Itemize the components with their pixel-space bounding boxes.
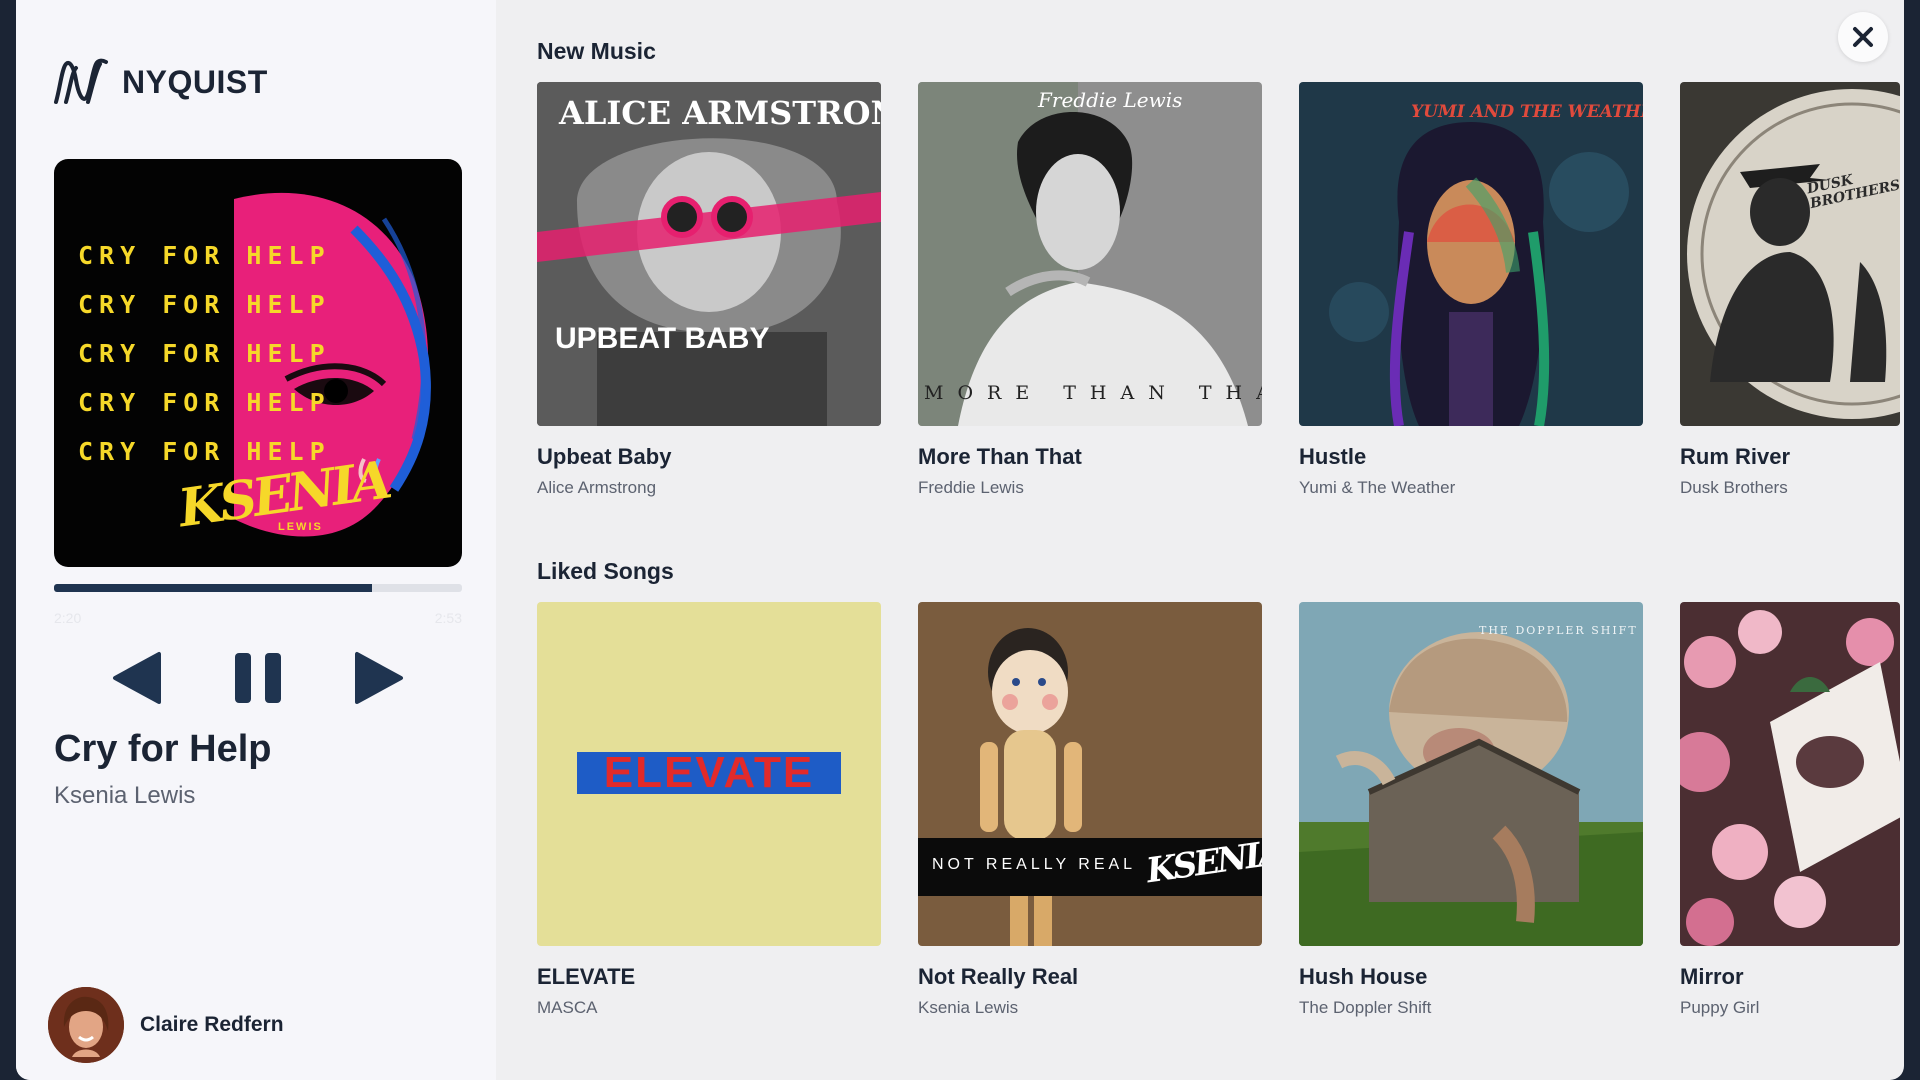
album-title: More Than That bbox=[918, 444, 1082, 469]
album-card[interactable]: YUMI AND THE WEATHER Hustle Yumi & The W… bbox=[1299, 82, 1643, 498]
track-title: Cry for Help bbox=[54, 728, 272, 770]
cover-title: NOT REALLY REAL bbox=[932, 856, 1137, 873]
previous-icon bbox=[113, 652, 161, 704]
album-artist: Freddie Lewis bbox=[918, 478, 1024, 497]
album-title: ELEVATE bbox=[537, 964, 636, 989]
now-playing-cover: CRY FOR HELP CRY FOR HELP CRY FOR HELP C… bbox=[54, 159, 462, 567]
album-title: Not Really Real bbox=[918, 964, 1079, 989]
album-cover: NOT REALLY REAL KSENIA bbox=[918, 602, 1262, 946]
album-artist: The Doppler Shift bbox=[1299, 998, 1432, 1017]
cover-line: CRY FOR HELP bbox=[78, 388, 331, 417]
album-card[interactable]: DUSK BROTHERS Rum River Dusk Brothers bbox=[1680, 82, 1904, 498]
cover-line: CRY FOR HELP bbox=[78, 339, 331, 368]
new-music-row: ALICE ARMSTRONG UPBEAT BABY Upbeat Baby … bbox=[537, 82, 1904, 502]
album-title: Mirror bbox=[1680, 964, 1744, 989]
user-name: Claire Redfern bbox=[140, 1013, 284, 1036]
cover-line: CRY FOR HELP bbox=[78, 290, 331, 319]
cover-title: Freddie Lewis bbox=[1038, 88, 1183, 112]
close-button[interactable] bbox=[1838, 12, 1888, 62]
cover-line: CRY FOR HELP bbox=[78, 241, 331, 270]
album-artist: MASCA bbox=[537, 998, 598, 1017]
album-cover: DUSK BROTHERS bbox=[1680, 82, 1900, 426]
section-title-liked-songs: Liked Songs bbox=[537, 558, 674, 584]
time-total: 2:53 bbox=[434, 610, 462, 626]
album-cover: Freddie Lewis MORE THAN THAT bbox=[918, 82, 1262, 426]
section-title-new-music: New Music bbox=[537, 38, 656, 64]
album-artist: Dusk Brothers bbox=[1680, 478, 1788, 497]
next-icon bbox=[355, 652, 403, 704]
album-cover: ALICE ARMSTRONG UPBEAT BABY bbox=[537, 82, 881, 426]
album-card[interactable]: ALICE ARMSTRONG UPBEAT BABY Upbeat Baby … bbox=[537, 82, 881, 498]
track-artist[interactable]: Ksenia Lewis bbox=[54, 782, 195, 810]
cover-subtitle: MORE THAN THAT bbox=[924, 382, 1262, 404]
cover-title: ALICE ARMSTRONG bbox=[559, 94, 881, 132]
cover-subtitle: UPBEAT BABY bbox=[555, 322, 770, 355]
album-artist: Yumi & The Weather bbox=[1299, 478, 1456, 497]
album-cover bbox=[1680, 602, 1900, 946]
album-title: Hush House bbox=[1299, 964, 1428, 989]
cover-title: YUMI AND THE WEATHER bbox=[1411, 102, 1643, 122]
album-card[interactable]: ELEVATE ELEVATE MASCA bbox=[537, 602, 881, 1018]
time-elapsed: 2:20 bbox=[54, 610, 82, 626]
cover-title: ELEVATE bbox=[603, 748, 815, 797]
album-artist: Alice Armstrong bbox=[537, 478, 657, 497]
album-card[interactable]: THE DOPPLER SHIFT Hush House The Doppler… bbox=[1299, 602, 1643, 1018]
album-card[interactable]: Freddie Lewis MORE THAN THAT More Than T… bbox=[918, 82, 1262, 498]
nyquist-logo-icon bbox=[54, 58, 108, 104]
album-artist: Puppy Girl bbox=[1680, 998, 1760, 1017]
previous-button[interactable] bbox=[106, 648, 166, 708]
app-window: NYQUIST CRY FOR HELP CRY FOR HELP CRY FO… bbox=[16, 0, 1904, 1080]
album-title: Upbeat Baby bbox=[537, 444, 672, 469]
liked-songs-row: ELEVATE ELEVATE MASCA NOT REALLY REAL KS… bbox=[537, 602, 1904, 1022]
album-cover: THE DOPPLER SHIFT bbox=[1299, 602, 1643, 946]
album-card[interactable]: Mirror Puppy Girl bbox=[1680, 602, 1904, 1018]
album-cover: YUMI AND THE WEATHER bbox=[1299, 82, 1643, 426]
playback-controls bbox=[54, 648, 462, 708]
cover-artist-sub: LEWIS bbox=[278, 521, 323, 533]
pause-button[interactable] bbox=[228, 648, 288, 708]
user-profile[interactable]: Claire Redfern bbox=[48, 987, 284, 1063]
close-icon bbox=[1853, 27, 1873, 47]
next-button[interactable] bbox=[350, 648, 410, 708]
avatar bbox=[48, 987, 124, 1063]
album-cover: ELEVATE bbox=[537, 602, 881, 946]
album-title: Rum River bbox=[1680, 444, 1791, 469]
album-artist: Ksenia Lewis bbox=[918, 998, 1019, 1017]
cover-text-lines: CRY FOR HELP CRY FOR HELP CRY FOR HELP C… bbox=[78, 231, 331, 476]
album-card[interactable]: NOT REALLY REAL KSENIA Not Really Real K… bbox=[918, 602, 1262, 1018]
progress-bar[interactable] bbox=[54, 584, 462, 592]
brand-name: NYQUIST bbox=[122, 63, 268, 100]
album-title: Hustle bbox=[1299, 444, 1367, 469]
pause-icon bbox=[235, 653, 281, 703]
progress-fill bbox=[54, 584, 373, 592]
now-playing-panel: NYQUIST CRY FOR HELP CRY FOR HELP CRY FO… bbox=[16, 0, 496, 1080]
cover-title: THE DOPPLER SHIFT bbox=[1479, 624, 1638, 637]
brand-logo[interactable]: NYQUIST bbox=[52, 58, 268, 106]
